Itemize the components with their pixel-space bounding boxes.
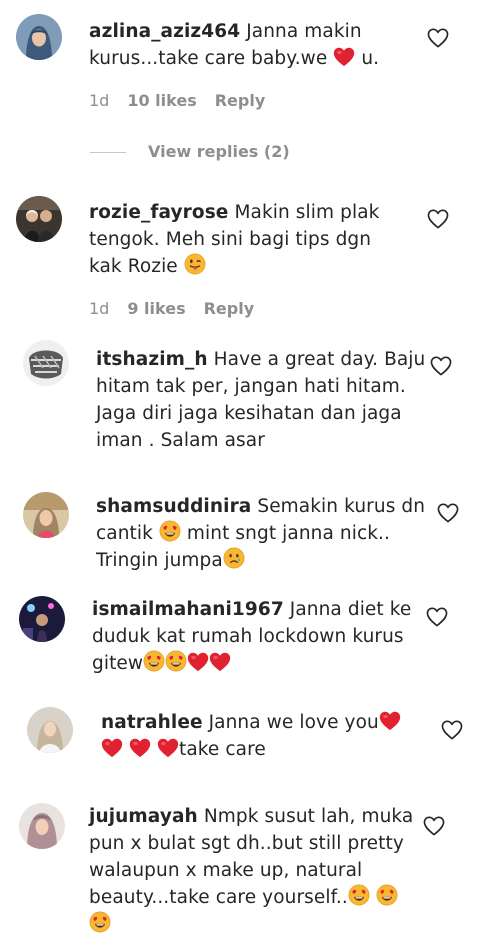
comment-body: mint sngt janna nick.. xyxy=(180,523,391,544)
username[interactable]: rozie_fayrose xyxy=(89,202,228,223)
comment-age: 1d xyxy=(89,91,110,110)
tongue-wink-emoji xyxy=(184,253,206,275)
comment-body: u. xyxy=(355,48,380,69)
comment-body: tengok. Meh sini bagi tips dgn xyxy=(89,229,372,250)
red-heart-emoji xyxy=(157,738,179,758)
avatar[interactable] xyxy=(16,14,62,60)
username[interactable]: itshazim_h xyxy=(96,349,208,370)
divider-line xyxy=(90,152,126,153)
comment-body: cantik xyxy=(96,523,159,544)
comment-body: beauty...take care yourself.. xyxy=(89,887,348,908)
comment-body: Janna diet ke xyxy=(283,599,412,620)
comment-body: gitew xyxy=(92,653,144,674)
like-heart-icon[interactable] xyxy=(441,720,463,740)
username[interactable]: azlina_aziz464 xyxy=(89,21,240,42)
view-replies-label: View replies (2) xyxy=(148,142,290,161)
comment-body: Have a great day. Baju xyxy=(207,349,426,370)
comment-text: natrahlee Janna we love you take care xyxy=(101,709,441,763)
comment-meta: 1d 10 likes Reply xyxy=(89,91,283,110)
like-heart-icon[interactable] xyxy=(426,607,448,627)
sad-face-emoji xyxy=(223,547,245,569)
heart-eyes-emoji xyxy=(143,650,165,672)
like-heart-icon[interactable] xyxy=(427,28,449,48)
avatar[interactable] xyxy=(23,340,69,386)
comment-body: Tringin jumpa xyxy=(96,550,223,571)
comment-body: iman . Salam asar xyxy=(96,430,265,451)
comment-age: 1d xyxy=(89,299,110,318)
comment-text: azlina_aziz464 Janna makin kurus...take … xyxy=(89,18,429,72)
comment-body: pun x bulat sgt dh..but still pretty xyxy=(89,833,404,854)
avatar-image xyxy=(16,196,62,242)
avatar[interactable] xyxy=(27,707,73,753)
comment-body: walaupun x make up, natural xyxy=(89,860,363,881)
avatar-image xyxy=(27,707,73,753)
comment-body: Janna makin xyxy=(240,21,362,42)
comment-body: Semakin kurus dn xyxy=(251,496,426,517)
username[interactable]: jujumayah xyxy=(89,806,198,827)
heart-eyes-emoji xyxy=(348,884,370,906)
comment-body: kurus...take care baby.we xyxy=(89,48,334,69)
red-heart-emoji xyxy=(187,652,209,672)
comment-body: Makin slim plak xyxy=(228,202,380,223)
red-heart-emoji xyxy=(209,652,231,672)
username[interactable]: shamsuddinira xyxy=(96,496,251,517)
avatar[interactable] xyxy=(16,196,62,242)
reply-button[interactable]: Reply xyxy=(215,91,266,110)
avatar-image xyxy=(23,340,69,386)
like-heart-icon[interactable] xyxy=(423,816,445,836)
like-heart-icon[interactable] xyxy=(430,356,452,376)
heart-eyes-emoji xyxy=(159,520,181,542)
comment-body: hitam tak per, jangan hati hitam. xyxy=(96,376,406,397)
avatar-image xyxy=(16,14,62,60)
likes-count[interactable]: 9 likes xyxy=(127,299,185,318)
reply-button[interactable]: Reply xyxy=(204,299,255,318)
comment-text: rozie_fayrose Makin slim plak tengok. Me… xyxy=(89,199,429,280)
heart-eyes-emoji xyxy=(165,650,187,672)
avatar[interactable] xyxy=(23,492,69,538)
avatar[interactable] xyxy=(19,803,65,849)
comment-text: shamsuddinira Semakin kurus dn cantik mi… xyxy=(96,493,436,574)
comment-body: kak Rozie xyxy=(89,256,184,277)
comment-body: Janna we love you xyxy=(202,712,379,733)
avatar-image xyxy=(19,803,65,849)
avatar[interactable] xyxy=(19,596,65,642)
heart-eyes-emoji xyxy=(89,911,111,933)
red-heart-emoji xyxy=(101,738,123,758)
red-heart-emoji xyxy=(333,47,355,67)
comment-body: Nmpk susut lah, muka xyxy=(197,806,414,827)
heart-eyes-emoji xyxy=(376,884,398,906)
like-heart-icon[interactable] xyxy=(427,209,449,229)
like-heart-icon[interactable] xyxy=(437,503,459,523)
comment-body: duduk kat rumah lockdown kurus xyxy=(92,626,404,647)
comment-text: ismailmahani1967 Janna diet ke duduk kat… xyxy=(92,596,432,677)
avatar-image xyxy=(23,492,69,538)
comment-body: take care xyxy=(178,739,266,760)
comment-text: jujumayah Nmpk susut lah, muka pun x bul… xyxy=(89,803,429,938)
username[interactable]: ismailmahani1967 xyxy=(92,599,284,620)
view-replies-button[interactable]: View replies (2) xyxy=(90,142,290,161)
red-heart-emoji xyxy=(379,711,401,731)
comment-text: itshazim_h Have a great day. Baju hitam … xyxy=(96,346,436,454)
comment-meta: 1d 9 likes Reply xyxy=(89,299,272,318)
username[interactable]: natrahlee xyxy=(101,712,203,733)
red-heart-emoji xyxy=(129,738,151,758)
avatar-image xyxy=(19,596,65,642)
likes-count[interactable]: 10 likes xyxy=(127,91,196,110)
comment-body: Jaga diri jaga kesihatan dan jaga xyxy=(96,403,402,424)
